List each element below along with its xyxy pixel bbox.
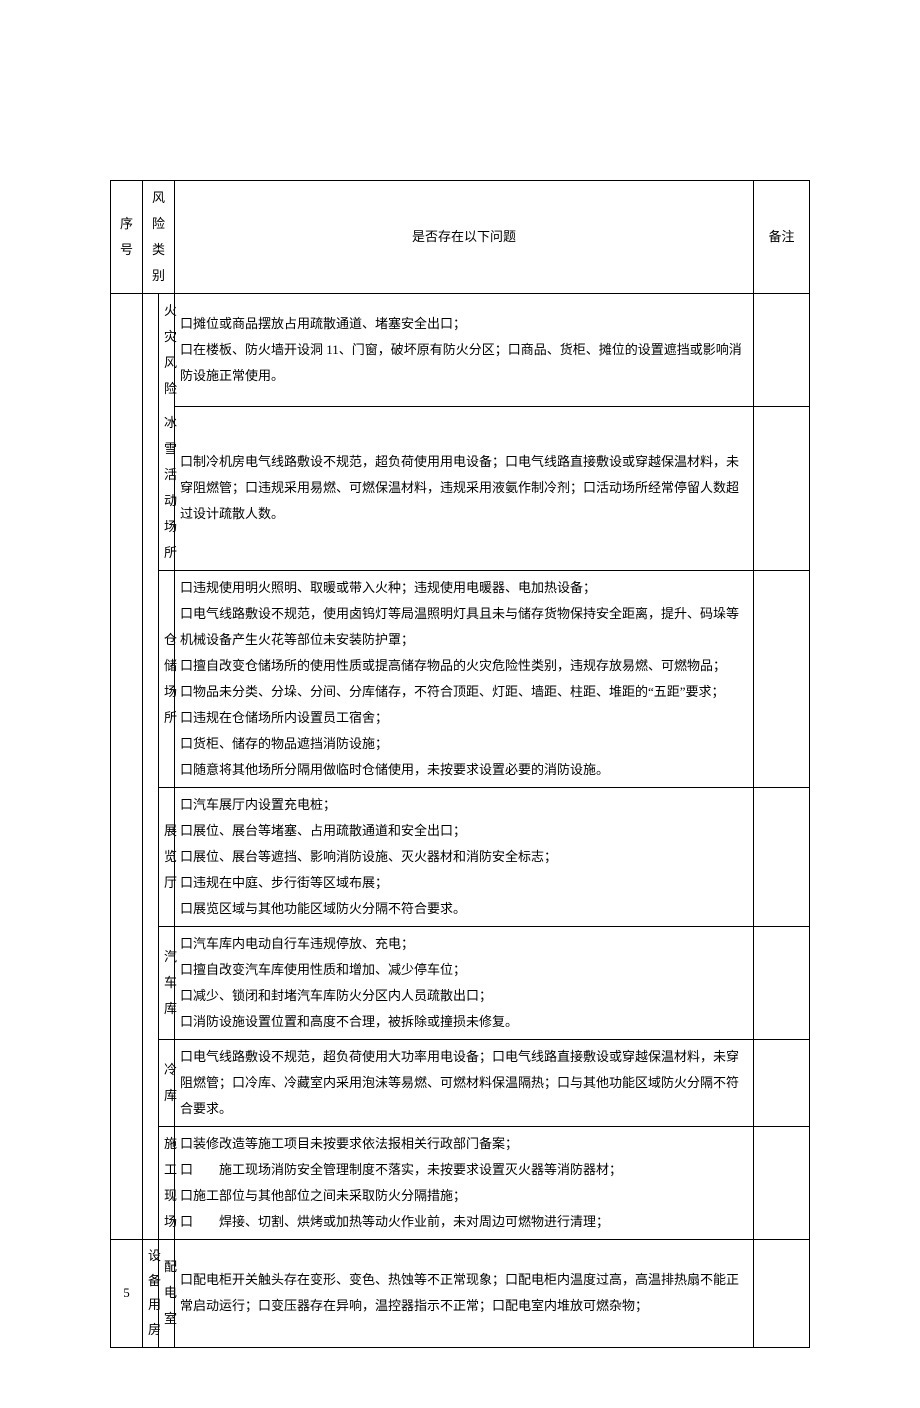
- cell-issues: 口电气线路敷设不规范，超负荷使用大功率用电设备；口电气线路直接敷设或穿越保温材料…: [175, 1040, 754, 1127]
- cell-issues: 口汽车库内电动自行车违规停放、充电；口擅自改变汽车库使用性质和增加、减少停车位；…: [175, 927, 754, 1040]
- table-row: 冷库 口电气线路敷设不规范，超负荷使用大功率用电设备；口电气线路直接敷设或穿越保…: [111, 1040, 810, 1127]
- header-category: 风险类别: [143, 181, 175, 294]
- cell-beizhu: [754, 788, 810, 927]
- cell-beizhu: [754, 1040, 810, 1127]
- cat1-char: 备: [148, 1269, 153, 1294]
- table-header-row: 序号 风险类别 是否存在以下问题 备注: [111, 181, 810, 294]
- table-row: 展览厅 口汽车展厅内设置充电桩；口展位、展台等堵塞、占用疏散通道和安全出口；口展…: [111, 788, 810, 927]
- cell-issues: 口汽车展厅内设置充电桩；口展位、展台等堵塞、占用疏散通道和安全出口；口展位、展台…: [175, 788, 754, 927]
- cell-cat2: 展览厅: [159, 788, 175, 927]
- cell-issues: 口配电柜开关触头存在变形、变色、热蚀等不正常现象；口配电柜内温度过高，高温排热扇…: [175, 1240, 754, 1348]
- cell-issues: 口制冷机房电气线路敷设不规范，超负荷使用用电设备；口电气线路直接敷设或穿越保温材…: [175, 406, 754, 571]
- cell-beizhu: [754, 406, 810, 571]
- cell-issues: 口装修改造等施工项目未按要求依法报相关行政部门备案；口 施工现场消防安全管理制度…: [175, 1127, 754, 1240]
- risk-table: 序号 风险类别 是否存在以下问题 备注 火灾风险 口摊位或商品摆放占用疏散通道、…: [110, 180, 810, 1348]
- cat1-char: 设: [148, 1244, 153, 1269]
- cell-issues: 口违规使用明火照明、取暖或带入火种；违规使用电暖器、电加热设备；口电气线路敷设不…: [175, 571, 754, 788]
- table-row: 施工现场 口装修改造等施工项目未按要求依法报相关行政部门备案；口 施工现场消防安…: [111, 1127, 810, 1240]
- cell-xuhao: [111, 294, 143, 1240]
- cell-cat1: [143, 294, 159, 1240]
- cell-beizhu: [754, 571, 810, 788]
- table-row: 火灾风险 口摊位或商品摆放占用疏散通道、堵塞安全出口；口在楼板、防火墙开设洞 1…: [111, 294, 810, 407]
- cell-cat1: 设 备 用 房: [143, 1240, 159, 1348]
- header-xuhao: 序号: [111, 181, 143, 294]
- cat1-char: 房: [148, 1318, 153, 1343]
- cell-cat2: 汽车库: [159, 927, 175, 1040]
- header-issues: 是否存在以下问题: [175, 181, 754, 294]
- cell-cat2: 冰雪活动场所: [159, 406, 175, 571]
- cell-cat2: 仓储场所: [159, 571, 175, 788]
- cell-beizhu: [754, 1240, 810, 1348]
- cell-beizhu: [754, 927, 810, 1040]
- cell-cat2: 火灾风险: [159, 294, 175, 407]
- table-row: 仓储场所 口违规使用明火照明、取暖或带入火种；违规使用电暖器、电加热设备；口电气…: [111, 571, 810, 788]
- table-row: 冰雪活动场所 口制冷机房电气线路敷设不规范，超负荷使用用电设备；口电气线路直接敷…: [111, 406, 810, 571]
- table-row: 汽车库 口汽车库内电动自行车违规停放、充电；口擅自改变汽车库使用性质和增加、减少…: [111, 927, 810, 1040]
- cell-cat2: 施工现场: [159, 1127, 175, 1240]
- cell-beizhu: [754, 294, 810, 407]
- cell-beizhu: [754, 1127, 810, 1240]
- cell-cat2: 冷库: [159, 1040, 175, 1127]
- cell-issues: 口摊位或商品摆放占用疏散通道、堵塞安全出口；口在楼板、防火墙开设洞 11、门窗，…: [175, 294, 754, 407]
- cat1-char: 用: [148, 1293, 153, 1318]
- header-beizhu: 备注: [754, 181, 810, 294]
- cell-xuhao: 5: [111, 1240, 143, 1348]
- table-row: 5 设 备 用 房 配电室 口配电柜开关触头存在变形、变色、热蚀等不正常现象；口…: [111, 1240, 810, 1348]
